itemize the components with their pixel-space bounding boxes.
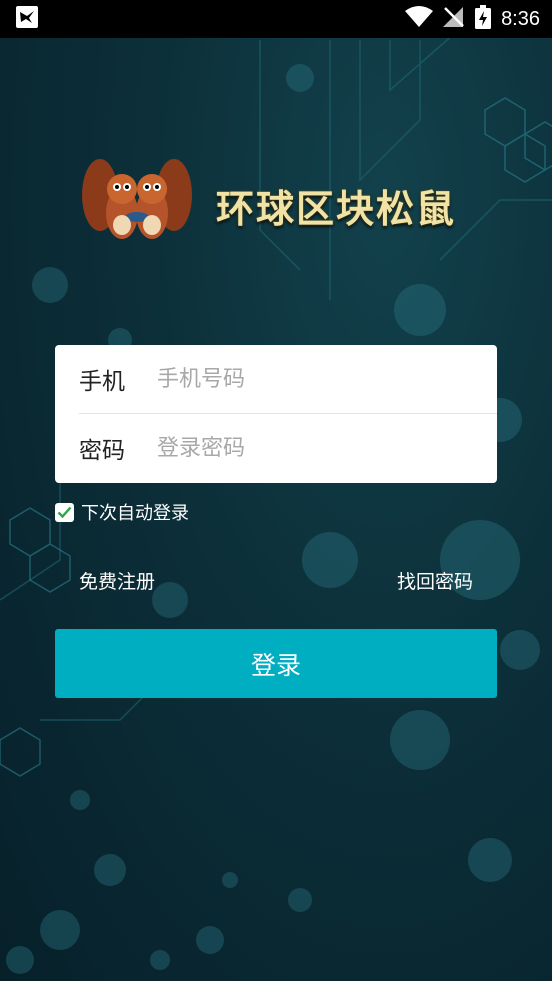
notification-app-icon — [16, 6, 38, 32]
battery-charging-icon — [475, 5, 492, 33]
forgot-password-link[interactable]: 找回密码 — [397, 567, 473, 594]
password-label: 密码 — [79, 438, 125, 464]
remember-me-label[interactable]: 下次自动登录 — [81, 499, 189, 525]
wifi-icon — [405, 6, 434, 32]
login-button[interactable]: 登录 — [55, 629, 497, 698]
phone-input[interactable] — [155, 365, 459, 393]
squirrel-mascot-icon — [82, 155, 192, 255]
login-form-card: 手机 密码 — [55, 345, 497, 483]
brand-logo: 环球区块松鼠 — [82, 150, 482, 260]
status-bar: 8:36 — [0, 0, 552, 38]
background-decoration — [0, 19, 552, 974]
remember-me-row[interactable]: 下次自动登录 — [55, 499, 189, 525]
phone-row: 手机 — [55, 345, 497, 413]
status-time: 8:36 — [501, 7, 540, 30]
checkmark-icon — [57, 506, 72, 518]
phone-label: 手机 — [79, 369, 125, 395]
password-input[interactable] — [155, 434, 459, 462]
register-link[interactable]: 免费注册 — [79, 567, 155, 594]
brand-title: 环球区块松鼠 — [216, 186, 457, 231]
remember-me-checkbox[interactable] — [55, 502, 74, 522]
password-row: 密码 — [55, 414, 497, 482]
no-signal-icon — [443, 6, 465, 32]
